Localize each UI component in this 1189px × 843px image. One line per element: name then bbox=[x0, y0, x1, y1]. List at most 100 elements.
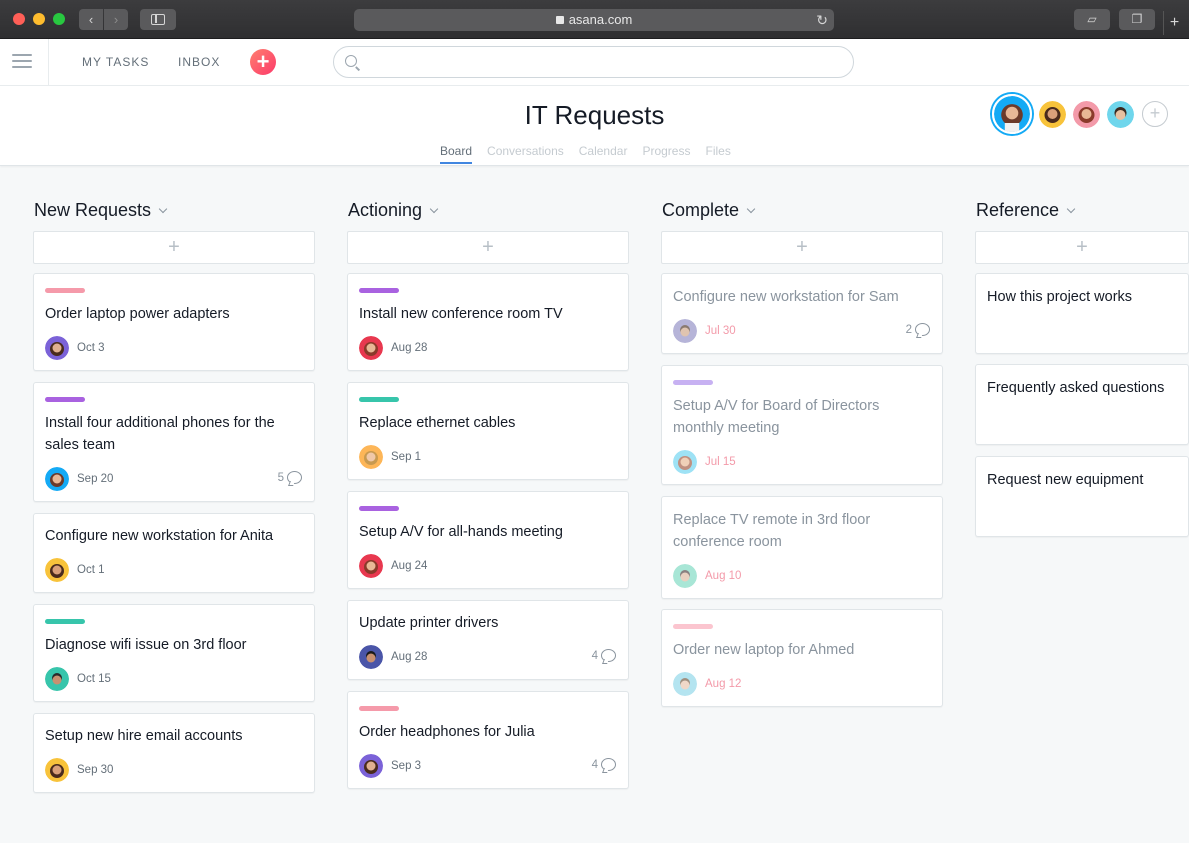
task-meta: Sep 30 bbox=[45, 758, 113, 782]
tab-progress[interactable]: Progress bbox=[642, 144, 690, 164]
task-title: Update printer drivers bbox=[359, 615, 499, 631]
task-card[interactable]: Replace ethernet cables Sep 1 bbox=[347, 382, 629, 480]
task-card[interactable]: Order laptop power adapters Oct 3 bbox=[33, 273, 315, 371]
chevron-down-icon[interactable] bbox=[429, 204, 439, 214]
assignee-avatar[interactable] bbox=[45, 467, 69, 491]
tab-conversations[interactable]: Conversations bbox=[487, 144, 564, 164]
task-card[interactable]: How this project works bbox=[975, 273, 1189, 354]
chevron-down-icon[interactable] bbox=[1066, 204, 1076, 214]
member-avatar[interactable] bbox=[1107, 100, 1134, 128]
assignee-avatar[interactable] bbox=[45, 667, 69, 691]
task-meta: Jul 30 bbox=[673, 319, 736, 343]
lock-icon bbox=[555, 16, 564, 24]
minimize-window-button[interactable] bbox=[33, 13, 45, 25]
forward-button[interactable]: › bbox=[104, 9, 128, 30]
my-tasks-link[interactable]: MY TASKS bbox=[82, 55, 149, 69]
tabs-icon: ❐ bbox=[1131, 12, 1143, 26]
column-header[interactable]: New Requests bbox=[34, 200, 168, 221]
task-card[interactable]: Install four additional phones for the s… bbox=[33, 382, 315, 502]
assignee-avatar[interactable] bbox=[359, 645, 383, 669]
search-input[interactable] bbox=[366, 51, 836, 73]
task-title: Replace TV remote in 3rd floor conferenc… bbox=[673, 512, 871, 550]
due-date: Jul 30 bbox=[705, 325, 736, 337]
quick-add-button[interactable]: + bbox=[250, 49, 276, 75]
assignee-avatar[interactable] bbox=[359, 554, 383, 578]
tab-calendar[interactable]: Calendar bbox=[579, 144, 628, 164]
chevron-down-icon[interactable] bbox=[746, 204, 756, 214]
assignee-avatar[interactable] bbox=[673, 672, 697, 696]
task-card[interactable]: Configure new workstation for Anita Oct … bbox=[33, 513, 315, 593]
task-card[interactable]: Setup new hire email accounts Sep 30 bbox=[33, 713, 315, 793]
task-meta: Oct 3 bbox=[45, 336, 104, 360]
assignee-avatar[interactable] bbox=[359, 754, 383, 778]
add-member-button[interactable]: + bbox=[1142, 101, 1168, 127]
due-date: Aug 28 bbox=[391, 651, 428, 663]
assignee-avatar[interactable] bbox=[45, 758, 69, 782]
comment-icon bbox=[287, 471, 302, 484]
task-meta: Aug 24 bbox=[359, 554, 427, 578]
task-card[interactable]: Frequently asked questions bbox=[975, 364, 1189, 445]
new-tab-button[interactable]: + bbox=[1163, 11, 1185, 35]
address-bar[interactable]: asana.com ↻ bbox=[354, 9, 834, 31]
task-title: Install new conference room TV bbox=[359, 306, 563, 322]
plus-icon: + bbox=[256, 49, 270, 74]
assignee-avatar[interactable] bbox=[673, 450, 697, 474]
close-window-button[interactable] bbox=[13, 13, 25, 25]
assignee-avatar[interactable] bbox=[45, 336, 69, 360]
task-card[interactable]: Request new equipment bbox=[975, 456, 1189, 537]
column-header[interactable]: Complete bbox=[662, 200, 756, 221]
member-avatar[interactable] bbox=[1073, 100, 1100, 128]
search-bar[interactable] bbox=[333, 46, 854, 78]
comment-count[interactable]: 2 bbox=[906, 323, 930, 336]
comment-count[interactable]: 5 bbox=[278, 471, 302, 484]
task-card[interactable]: Update printer drivers Aug 28 4 bbox=[347, 600, 629, 680]
tab-board[interactable]: Board bbox=[440, 144, 473, 164]
add-task-button[interactable]: + bbox=[661, 231, 943, 264]
task-title: Diagnose wifi issue on 3rd floor bbox=[45, 637, 247, 653]
task-card[interactable]: Order headphones for Julia Sep 3 4 bbox=[347, 691, 629, 789]
tag-pink bbox=[45, 288, 85, 293]
task-meta: Jul 15 bbox=[673, 450, 736, 474]
task-card[interactable]: Install new conference room TV Aug 28 bbox=[347, 273, 629, 371]
task-meta: Aug 10 bbox=[673, 564, 741, 588]
chevron-down-icon[interactable] bbox=[158, 204, 168, 214]
task-title: Replace ethernet cables bbox=[359, 415, 516, 431]
share-button[interactable]: ▱ bbox=[1074, 9, 1110, 30]
task-card[interactable]: Order new laptop for Ahmed Aug 12 bbox=[661, 609, 943, 707]
task-card[interactable]: Setup A/V for all-hands meeting Aug 24 bbox=[347, 491, 629, 589]
task-card[interactable]: Replace TV remote in 3rd floor conferenc… bbox=[661, 496, 943, 599]
assignee-avatar[interactable] bbox=[45, 558, 69, 582]
task-title: Setup A/V for Board of Directors monthly… bbox=[673, 398, 880, 436]
comment-count[interactable]: 4 bbox=[592, 758, 616, 771]
column-header[interactable]: Actioning bbox=[348, 200, 439, 221]
member-avatar[interactable] bbox=[992, 94, 1032, 134]
tab-files[interactable]: Files bbox=[705, 144, 730, 164]
member-avatar[interactable] bbox=[1039, 100, 1066, 128]
assignee-avatar[interactable] bbox=[359, 445, 383, 469]
comment-count[interactable]: 4 bbox=[592, 649, 616, 662]
show-tabs-button[interactable]: ❐ bbox=[1119, 9, 1155, 30]
add-task-button[interactable]: + bbox=[347, 231, 629, 264]
task-meta: Sep 3 bbox=[359, 754, 421, 778]
column-header[interactable]: Reference bbox=[976, 200, 1076, 221]
plus-icon: + bbox=[1149, 103, 1161, 123]
menu-icon[interactable] bbox=[0, 39, 49, 86]
sidebar-toggle-button[interactable] bbox=[140, 9, 176, 30]
assignee-avatar[interactable] bbox=[359, 336, 383, 360]
assignee-avatar[interactable] bbox=[673, 319, 697, 343]
task-card[interactable]: Setup A/V for Board of Directors monthly… bbox=[661, 365, 943, 485]
task-card[interactable]: Diagnose wifi issue on 3rd floor Oct 15 bbox=[33, 604, 315, 702]
inbox-link[interactable]: INBOX bbox=[178, 55, 220, 69]
zoom-window-button[interactable] bbox=[53, 13, 65, 25]
task-title: Install four additional phones for the s… bbox=[45, 415, 275, 453]
task-title: Configure new workstation for Anita bbox=[45, 528, 274, 544]
tag-teal bbox=[359, 397, 399, 402]
assignee-avatar[interactable] bbox=[673, 564, 697, 588]
add-task-button[interactable]: + bbox=[975, 231, 1189, 264]
tag-lavender bbox=[673, 380, 713, 385]
tag-purple bbox=[45, 397, 85, 402]
task-card[interactable]: Configure new workstation for Sam Jul 30… bbox=[661, 273, 943, 354]
back-button[interactable]: ‹ bbox=[79, 9, 103, 30]
reload-icon[interactable]: ↻ bbox=[816, 9, 828, 31]
add-task-button[interactable]: + bbox=[33, 231, 315, 264]
